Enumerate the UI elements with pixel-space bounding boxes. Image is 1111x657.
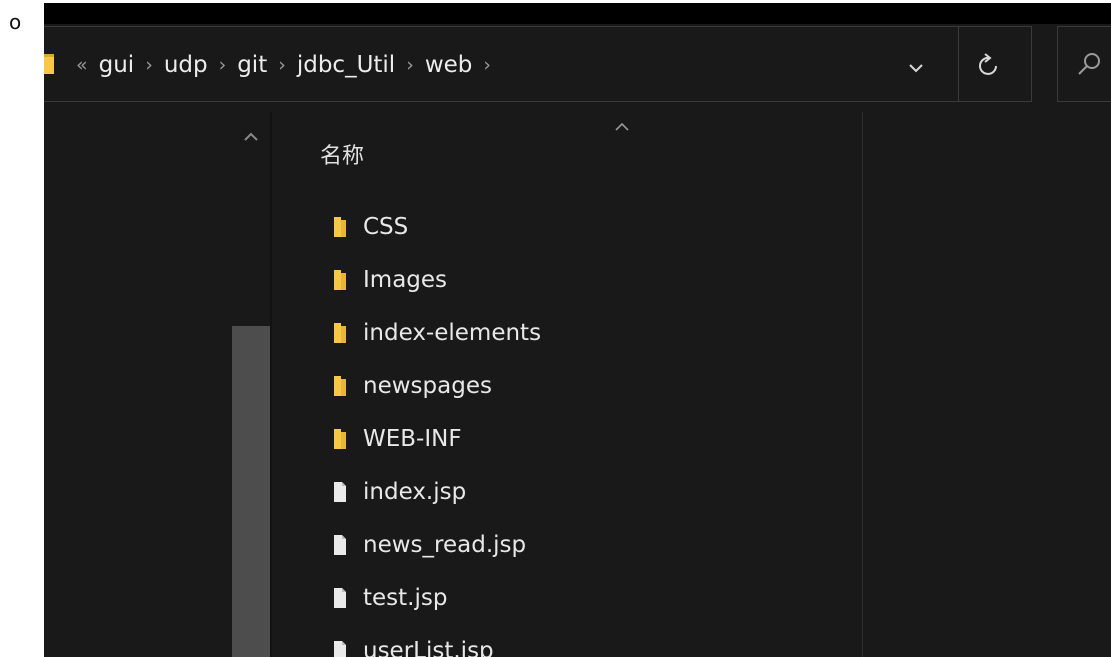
page-bullet: o — [9, 10, 22, 34]
breadcrumb-item-jdbc-util[interactable]: jdbc_Util — [297, 52, 395, 78]
navigation-pane[interactable] — [44, 112, 232, 657]
breadcrumb-separator[interactable]: › — [145, 54, 153, 76]
breadcrumb-item-gui[interactable]: gui — [99, 52, 135, 78]
list-item[interactable]: index-elements — [332, 306, 852, 359]
file-name: test.jsp — [363, 584, 448, 611]
list-item[interactable]: newspages — [332, 359, 852, 412]
file-name: newspages — [363, 372, 492, 399]
breadcrumb-separator[interactable]: › — [219, 54, 227, 76]
list-item[interactable]: userList.jsp — [332, 624, 852, 657]
file-name: WEB-INF — [363, 425, 462, 452]
breadcrumb-separator[interactable]: › — [278, 54, 286, 76]
address-bar[interactable]: « gui › udp › git › jdbc_Util › web › — [44, 26, 1032, 102]
folder-icon — [332, 215, 348, 239]
file-name: userList.jsp — [363, 637, 494, 657]
chevron-down-icon[interactable] — [906, 60, 926, 73]
navigation-pane-scrollbar[interactable] — [232, 112, 270, 657]
list-item[interactable]: index.jsp — [332, 465, 852, 518]
folder-icon — [332, 374, 348, 398]
folder-icon — [332, 268, 348, 292]
breadcrumb-overflow-button[interactable]: « — [76, 54, 88, 76]
file-icon — [332, 533, 348, 557]
file-name: Images — [363, 266, 448, 293]
window-top-strip — [44, 3, 1111, 24]
list-item[interactable]: CSS — [332, 200, 852, 253]
folder-icon — [44, 52, 54, 76]
breadcrumb-separator[interactable]: › — [483, 54, 491, 76]
breadcrumb-item-udp[interactable]: udp — [164, 52, 208, 78]
list-item[interactable]: WEB-INF — [332, 412, 852, 465]
file-name: news_read.jsp — [363, 531, 527, 558]
folder-icon — [332, 321, 348, 345]
file-list-pane: 名称 CSS Images index-elements newspages W… — [272, 112, 1111, 657]
file-name: index.jsp — [363, 478, 467, 505]
page: o « gui › udp › git › jdbc_Util › web › … — [0, 0, 1111, 657]
list-item[interactable]: news_read.jsp — [332, 518, 852, 571]
file-name: CSS — [363, 213, 409, 240]
scrollbar-thumb[interactable] — [232, 326, 270, 657]
file-explorer-window: « gui › udp › git › jdbc_Util › web › 名称… — [44, 3, 1111, 657]
address-bar-divider — [958, 27, 959, 101]
column-divider[interactable] — [862, 112, 863, 657]
file-icon — [332, 586, 348, 610]
search-icon — [1074, 49, 1104, 79]
breadcrumb: « gui › udp › git › jdbc_Util › web › — [76, 47, 502, 83]
breadcrumb-item-web[interactable]: web — [425, 52, 473, 78]
breadcrumb-item-git[interactable]: git — [237, 52, 267, 78]
folder-icon — [332, 427, 348, 451]
file-icon — [332, 639, 348, 657]
scroll-up-icon[interactable] — [242, 128, 260, 141]
list-item[interactable]: Images — [332, 253, 852, 306]
breadcrumb-separator[interactable]: › — [406, 54, 414, 76]
file-name: index-elements — [363, 319, 542, 346]
sort-ascending-icon — [613, 117, 631, 131]
refresh-icon[interactable] — [974, 51, 1004, 81]
file-list: CSS Images index-elements newspages WEB-… — [332, 200, 852, 657]
search-input[interactable] — [1057, 26, 1111, 102]
list-item[interactable]: test.jsp — [332, 571, 852, 624]
file-icon — [332, 480, 348, 504]
column-header-name[interactable]: 名称 — [320, 138, 364, 170]
